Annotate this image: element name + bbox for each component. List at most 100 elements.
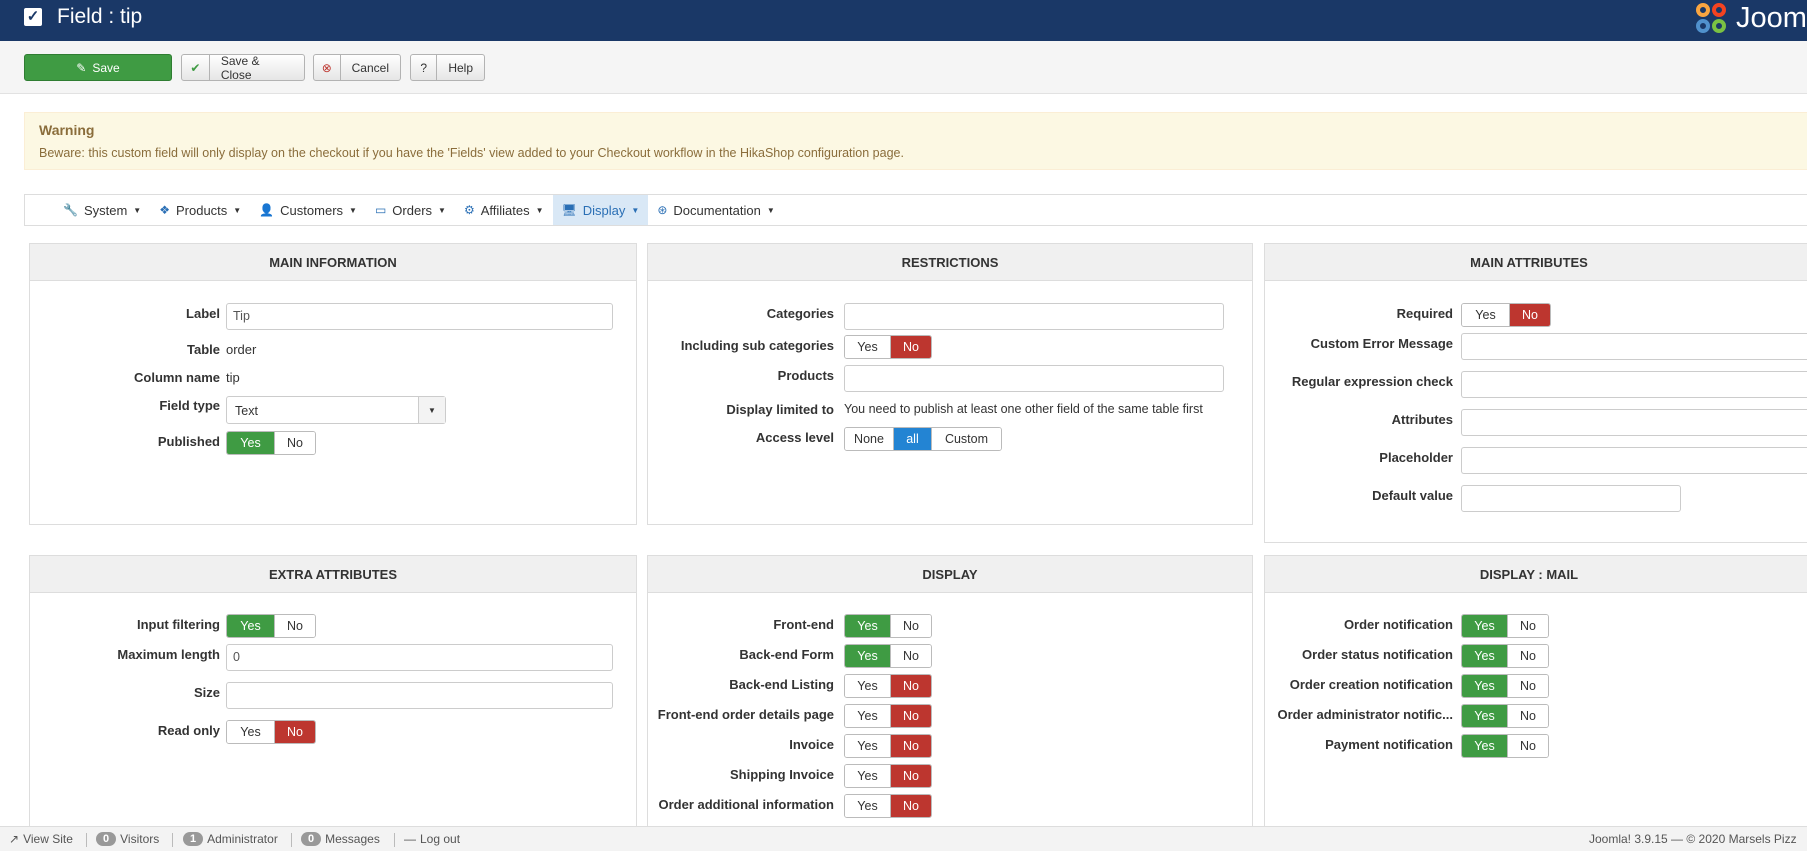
table-value: order bbox=[226, 342, 257, 357]
no-option[interactable]: No bbox=[890, 735, 931, 757]
yes-option[interactable]: Yes bbox=[845, 795, 890, 817]
messages-status[interactable]: 0 Messages bbox=[301, 832, 380, 846]
status-footer: ↗ View Site 0 Visitors 1 Administrator 0 Mes… bbox=[0, 826, 1807, 851]
display-row-toggle[interactable]: Yes No bbox=[844, 614, 932, 638]
size-input[interactable] bbox=[226, 682, 613, 709]
mail-row-toggle[interactable]: Yes No bbox=[1461, 704, 1549, 728]
no-option[interactable]: No bbox=[274, 615, 315, 637]
yes-option[interactable]: Yes bbox=[845, 615, 890, 637]
no-option[interactable]: No bbox=[890, 336, 931, 358]
no-option[interactable]: No bbox=[274, 432, 315, 454]
display-row-toggle[interactable]: Yes No bbox=[844, 734, 932, 758]
yes-option[interactable]: Yes bbox=[845, 705, 890, 727]
yes-option[interactable]: Yes bbox=[1462, 675, 1507, 697]
yes-option[interactable]: Yes bbox=[1462, 735, 1507, 757]
access-custom-option[interactable]: Custom bbox=[931, 428, 1001, 450]
label-input[interactable]: Tip bbox=[226, 303, 613, 330]
menu-orders[interactable]: ▭ Orders ▼ bbox=[366, 195, 455, 225]
no-option[interactable]: No bbox=[1507, 735, 1548, 757]
products-input[interactable] bbox=[844, 365, 1224, 392]
menu-documentation[interactable]: ⊛ Documentation ▼ bbox=[648, 195, 783, 225]
visitors-status[interactable]: 0 Visitors bbox=[96, 832, 159, 846]
mail-row-toggle[interactable]: Yes No bbox=[1461, 674, 1549, 698]
categories-input[interactable] bbox=[844, 303, 1224, 330]
cancel-button[interactable]: ⊗ Cancel bbox=[313, 54, 401, 81]
help-button[interactable]: ? Help bbox=[410, 54, 485, 81]
no-option[interactable]: No bbox=[1507, 705, 1548, 727]
input-filtering-toggle[interactable]: Yes No bbox=[226, 614, 316, 638]
credit-card-icon: ▭ bbox=[374, 203, 387, 217]
subcategories-toggle[interactable]: Yes No bbox=[844, 335, 932, 359]
read-only-toggle[interactable]: Yes No bbox=[226, 720, 316, 744]
menu-affiliates[interactable]: ⚙ Affiliates ▼ bbox=[455, 195, 553, 225]
mail-row-toggle[interactable]: Yes No bbox=[1461, 614, 1549, 638]
mail-row-toggle[interactable]: Yes No bbox=[1461, 644, 1549, 668]
field-type-select[interactable]: Text ▼ bbox=[226, 396, 446, 424]
access-level-toggle[interactable]: None all Custom bbox=[844, 427, 1002, 451]
access-none-option[interactable]: None bbox=[845, 428, 893, 450]
yes-option[interactable]: Yes bbox=[227, 432, 274, 454]
alert-text: Beware: this custom field will only disp… bbox=[39, 146, 904, 160]
yes-option[interactable]: Yes bbox=[845, 735, 890, 757]
panel-title: DISPLAY bbox=[648, 556, 1252, 593]
yes-option[interactable]: Yes bbox=[845, 645, 890, 667]
yes-option[interactable]: Yes bbox=[1462, 304, 1509, 326]
display-row-toggle[interactable]: Yes No bbox=[844, 644, 932, 668]
regex-input[interactable] bbox=[1461, 371, 1807, 398]
menu-display[interactable]: 🖥 Display ▼ bbox=[552, 195, 649, 225]
display-row-toggle[interactable]: Yes No bbox=[844, 704, 932, 728]
yes-option[interactable]: Yes bbox=[1462, 705, 1507, 727]
yes-option[interactable]: Yes bbox=[845, 675, 890, 697]
administrator-status[interactable]: 1 Administrator bbox=[183, 832, 278, 846]
no-option[interactable]: No bbox=[1507, 675, 1548, 697]
display-row-toggle[interactable]: Yes No bbox=[844, 674, 932, 698]
required-toggle[interactable]: Yes No bbox=[1461, 303, 1551, 327]
column-name-label: Column name bbox=[134, 370, 220, 385]
attributes-input[interactable] bbox=[1461, 409, 1807, 436]
column-name-value: tip bbox=[226, 370, 240, 385]
yes-option[interactable]: Yes bbox=[227, 615, 274, 637]
max-length-input[interactable]: 0 bbox=[226, 644, 613, 671]
display-row-toggle[interactable]: Yes No bbox=[844, 794, 932, 818]
display-row-label: Shipping Invoice bbox=[729, 767, 834, 782]
custom-error-input[interactable] bbox=[1461, 333, 1807, 360]
mail-row-toggle[interactable]: Yes No bbox=[1461, 734, 1549, 758]
yes-option[interactable]: Yes bbox=[227, 721, 274, 743]
read-only-label: Read only bbox=[157, 723, 220, 738]
placeholder-input[interactable] bbox=[1461, 447, 1807, 474]
display-row-toggle[interactable]: Yes No bbox=[844, 764, 932, 788]
no-option[interactable]: No bbox=[1507, 615, 1548, 637]
categories-label: Categories bbox=[766, 306, 834, 321]
save-close-button[interactable]: ✔ Save & Close bbox=[181, 54, 305, 82]
external-link-icon: ↗ bbox=[9, 832, 20, 846]
no-option[interactable]: No bbox=[1507, 645, 1548, 667]
default-value-input[interactable] bbox=[1461, 485, 1681, 512]
yes-option[interactable]: Yes bbox=[845, 336, 890, 358]
no-option[interactable]: No bbox=[890, 765, 931, 787]
save-button[interactable]: ✎ Save bbox=[24, 54, 172, 81]
logout-link[interactable]: — Log out bbox=[404, 832, 460, 846]
cancel-icon: ⊗ bbox=[314, 55, 341, 80]
view-site-link[interactable]: ↗ View Site bbox=[9, 832, 73, 846]
published-toggle[interactable]: Yes No bbox=[226, 431, 316, 455]
access-all-option[interactable]: all bbox=[893, 428, 931, 450]
menu-system[interactable]: 🔧 System ▼ bbox=[54, 195, 150, 225]
menu-customers[interactable]: 👤 Customers ▼ bbox=[250, 195, 366, 225]
caret-down-icon: ▼ bbox=[438, 205, 446, 215]
yes-option[interactable]: Yes bbox=[845, 765, 890, 787]
no-option[interactable]: No bbox=[890, 705, 931, 727]
no-option[interactable]: No bbox=[890, 615, 931, 637]
mail-row-label: Order notification bbox=[1343, 617, 1453, 632]
no-option[interactable]: No bbox=[890, 645, 931, 667]
menu-products[interactable]: ❖ Products ▼ bbox=[150, 195, 250, 225]
joomla-logo[interactable]: Jooml bbox=[1694, 0, 1807, 37]
yes-option[interactable]: Yes bbox=[1462, 645, 1507, 667]
display-limited-label: Display limited to bbox=[726, 402, 834, 417]
caret-down-icon: ▼ bbox=[418, 397, 445, 423]
no-option[interactable]: No bbox=[890, 675, 931, 697]
no-option[interactable]: No bbox=[274, 721, 315, 743]
subcategories-label: Including sub categories bbox=[680, 338, 834, 353]
no-option[interactable]: No bbox=[890, 795, 931, 817]
yes-option[interactable]: Yes bbox=[1462, 615, 1507, 637]
no-option[interactable]: No bbox=[1509, 304, 1550, 326]
